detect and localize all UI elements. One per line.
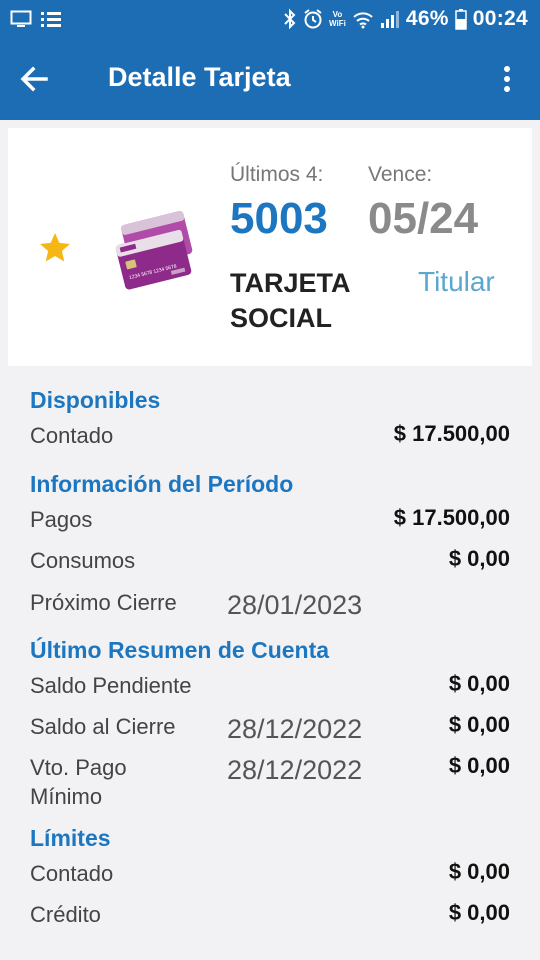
back-button[interactable]	[14, 59, 54, 99]
row-label: Consumos	[30, 548, 136, 573]
alarm-icon	[304, 9, 322, 29]
row-label: Contado	[30, 423, 114, 448]
row-value: $ 0,00	[448, 712, 510, 737]
card-expiry: 05/24	[368, 194, 479, 243]
battery-percent: 46%	[405, 7, 449, 30]
row-limite-contado: Contado $ 0,00	[30, 859, 510, 891]
row-pagos: Pagos $ 17.500,00	[30, 505, 510, 537]
battery-icon	[455, 9, 467, 30]
section-limites-title: Límites	[30, 825, 111, 851]
status-left-icons	[10, 7, 62, 31]
back-arrow-icon	[20, 66, 48, 92]
screen-icon	[10, 10, 32, 27]
row-disponible-contado: Contado $ 17.500,00	[30, 421, 510, 453]
section-disponibles-title: Disponibles	[30, 387, 161, 413]
list-icon	[41, 12, 61, 27]
row-date: 28/12/2022	[227, 714, 363, 744]
bluetooth-icon	[284, 8, 296, 30]
row-value: $ 0,00	[448, 859, 510, 884]
section-resumen-title: Último Resumen de Cuenta	[30, 637, 330, 663]
section-periodo-title: Información del Período	[30, 471, 294, 497]
row-label: Próximo Cierre	[30, 590, 177, 615]
row-saldo-cierre: Saldo al Cierre 28/12/2022 $ 0,00	[30, 712, 510, 744]
row-value: $ 17.500,00	[393, 505, 510, 530]
row-label: Saldo al Cierre	[30, 714, 176, 739]
row-limite-credito: Crédito $ 0,00	[30, 900, 510, 932]
row-value: $ 0,00	[448, 671, 510, 696]
row-date: 28/01/2023	[227, 590, 363, 620]
row-value: $ 17.500,00	[393, 421, 510, 446]
status-right-icons: Vo WiFi 46% 00:24	[283, 4, 528, 34]
signal-icon	[380, 11, 399, 28]
card-last4: 5003	[230, 194, 328, 243]
page-title: Detalle Tarjeta	[108, 62, 291, 92]
row-proximo-cierre: Próximo Cierre 28/01/2023	[30, 588, 510, 620]
row-date: 28/12/2022	[227, 755, 363, 785]
volte-wifi-indicator: Vo WiFi	[329, 10, 346, 28]
more-vert-icon	[504, 66, 510, 92]
wifi-icon	[353, 12, 373, 29]
card-summary-panel: 1234 5678 1234 5678 Últimos 4: Vence: 50…	[8, 128, 532, 366]
overflow-menu-button[interactable]	[492, 61, 522, 97]
clock: 00:24	[472, 7, 528, 30]
star-icon[interactable]	[37, 230, 73, 266]
card-image: 1234 5678 1234 5678	[115, 210, 193, 290]
row-saldo-pendiente: Saldo Pendiente $ 0,00	[30, 671, 510, 703]
last4-label: Últimos 4:	[230, 163, 324, 186]
row-label: Contado	[30, 861, 114, 886]
row-label: Saldo Pendiente	[30, 673, 192, 698]
holder-type: Titular	[418, 266, 495, 297]
expiry-label: Vence:	[368, 163, 433, 186]
row-value: $ 0,00	[448, 753, 510, 778]
status-bar: Vo WiFi 46% 00:24	[0, 0, 540, 38]
app-bar: Detalle Tarjeta	[0, 38, 540, 120]
row-label: Pagos	[30, 507, 93, 532]
row-consumos: Consumos $ 0,00	[30, 546, 510, 578]
row-value: $ 0,00	[448, 900, 510, 925]
row-label: Crédito	[30, 902, 101, 927]
row-value: $ 0,00	[448, 546, 510, 571]
row-label: Vto. Pago Mínimo	[30, 755, 127, 809]
card-name: TARJETA SOCIAL	[230, 268, 350, 333]
row-vto-pago-minimo: Vto. Pago Mínimo 28/12/2022 $ 0,00	[30, 753, 510, 813]
